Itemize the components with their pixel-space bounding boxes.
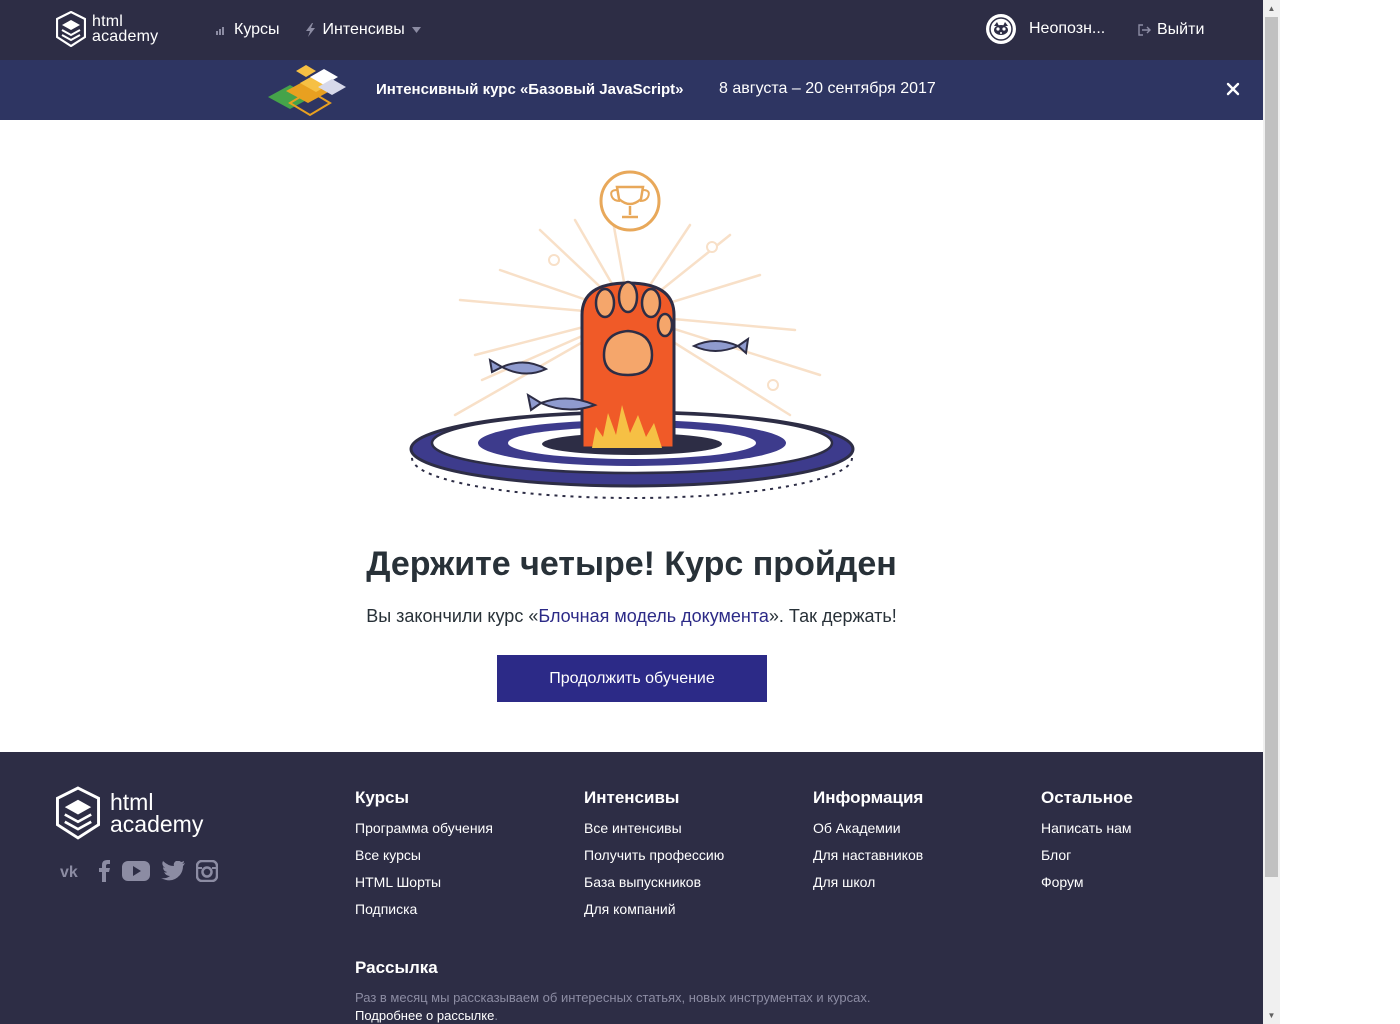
main-nav: Курсы Интенсивы (216, 0, 447, 60)
newsletter-link[interactable]: Подробнее о рассылке (355, 1008, 494, 1023)
nav-intensives-label: Интенсивы (322, 21, 405, 38)
footer-logo-line-1: html (110, 789, 154, 815)
footer-link[interactable]: Получить профессию (584, 847, 724, 863)
logo-line-1: html (92, 13, 124, 30)
footer-col-courses: Курсы Программа обучения Все курсы HTML … (355, 788, 493, 928)
scroll-down-arrow-icon[interactable]: ▼ (1263, 1007, 1280, 1024)
newsletter-section: Рассылка Раз в месяц мы рассказываем об … (355, 958, 875, 1024)
completion-message: Вы закончили курс «Блочная модель докуме… (0, 606, 1263, 627)
footer-link[interactable]: Для наставников (813, 847, 923, 863)
footer-col-title: Информация (813, 788, 924, 807)
footer-logo-line-2: academy (110, 811, 204, 837)
svg-text:vk: vk (60, 864, 78, 878)
page-scrollbar[interactable]: ▲ ▼ (1263, 0, 1280, 1024)
user-name: Неопозн... (1029, 20, 1106, 37)
logo-icon (56, 11, 86, 47)
promo-banner[interactable]: Интенсивный курс «Базовый JavaScript» 8 … (0, 60, 1263, 120)
youtube-icon[interactable] (122, 861, 150, 881)
footer-link[interactable]: Блог (1041, 847, 1133, 863)
paw-trophy-illustration (409, 170, 855, 499)
newsletter-description: Раз в месяц мы рассказываем об интересны… (355, 990, 871, 1005)
site-header: html academy Курсы Интенсивы Неопозн... … (0, 0, 1263, 60)
logout-label: Выйти (1157, 21, 1205, 38)
newsletter-title: Рассылка (355, 958, 438, 977)
footer-col-info: Информация Об Академии Для наставников Д… (813, 788, 923, 901)
footer-link[interactable]: Все курсы (355, 847, 493, 863)
banner-title: Интенсивный курс «Базовый JavaScript» (376, 81, 684, 98)
logo[interactable]: html academy (56, 11, 158, 47)
page: html academy Курсы Интенсивы Неопозн... … (0, 0, 1263, 1024)
close-icon[interactable] (1224, 80, 1242, 98)
banner-dates: 8 августа – 20 сентября 2017 (719, 80, 936, 97)
nav-courses-label: Курсы (234, 21, 280, 38)
logo-icon (56, 786, 100, 840)
lightning-icon (305, 23, 315, 37)
footer-link[interactable]: Для школ (813, 874, 923, 890)
avatar (986, 14, 1016, 44)
subtitle-text-after: ». Так держать! (768, 606, 897, 626)
vk-icon[interactable]: vk (60, 864, 86, 878)
footer-col-title: Остальное (1041, 788, 1133, 807)
page-title: Держите четыре! Курс пройден (366, 545, 897, 583)
footer-link[interactable]: Об Академии (813, 820, 923, 836)
instagram-icon[interactable] (196, 860, 218, 882)
user-menu[interactable]: Неопозн... (986, 14, 1105, 44)
twitter-icon[interactable] (161, 861, 185, 881)
nav-intensives[interactable]: Интенсивы (305, 21, 421, 39)
footer-logo[interactable]: html academy (56, 786, 203, 840)
logout-button[interactable]: Выйти (1138, 0, 1204, 60)
site-footer: html academy vk Курсы Программа обучения… (0, 752, 1263, 1024)
social-links: vk (60, 860, 229, 882)
footer-link[interactable]: Программа обучения (355, 820, 493, 836)
js-course-illustration (268, 65, 346, 117)
footer-link[interactable]: Написать нам (1041, 820, 1133, 836)
bar-chart-icon (216, 25, 226, 35)
newsletter-text: Раз в месяц мы рассказываем об интересны… (355, 989, 875, 1024)
nav-courses[interactable]: Курсы (216, 21, 280, 39)
logo-text: html academy (92, 13, 159, 45)
footer-link[interactable]: Подписка (355, 901, 493, 917)
footer-logo-text: html academy (110, 789, 204, 837)
course-link[interactable]: Блочная модель документа (538, 606, 769, 626)
footer-link[interactable]: Все интенсивы (584, 820, 724, 836)
scrollbar-thumb[interactable] (1265, 17, 1278, 877)
raccoon-avatar-icon (989, 17, 1013, 41)
scroll-up-arrow-icon[interactable]: ▲ (1263, 0, 1280, 17)
footer-col-intensives: Интенсивы Все интенсивы Получить професс… (584, 788, 724, 928)
logo-line-2: academy (92, 28, 159, 45)
logout-icon (1138, 24, 1151, 36)
footer-col-title: Курсы (355, 788, 409, 807)
newsletter-tail: . (494, 1008, 498, 1023)
footer-link[interactable]: Форум (1041, 874, 1133, 890)
subtitle-text-before: Вы закончили курс « (366, 606, 539, 626)
footer-link[interactable]: Для компаний (584, 901, 724, 917)
chevron-down-icon (411, 27, 421, 33)
footer-col-title: Интенсивы (584, 788, 680, 807)
footer-link[interactable]: HTML Шорты (355, 874, 493, 890)
continue-learning-button[interactable]: Продолжить обучение (497, 655, 767, 702)
footer-col-other: Остальное Написать нам Блог Форум (1041, 788, 1133, 901)
footer-link[interactable]: База выпускников (584, 874, 724, 890)
facebook-icon[interactable] (97, 860, 111, 882)
